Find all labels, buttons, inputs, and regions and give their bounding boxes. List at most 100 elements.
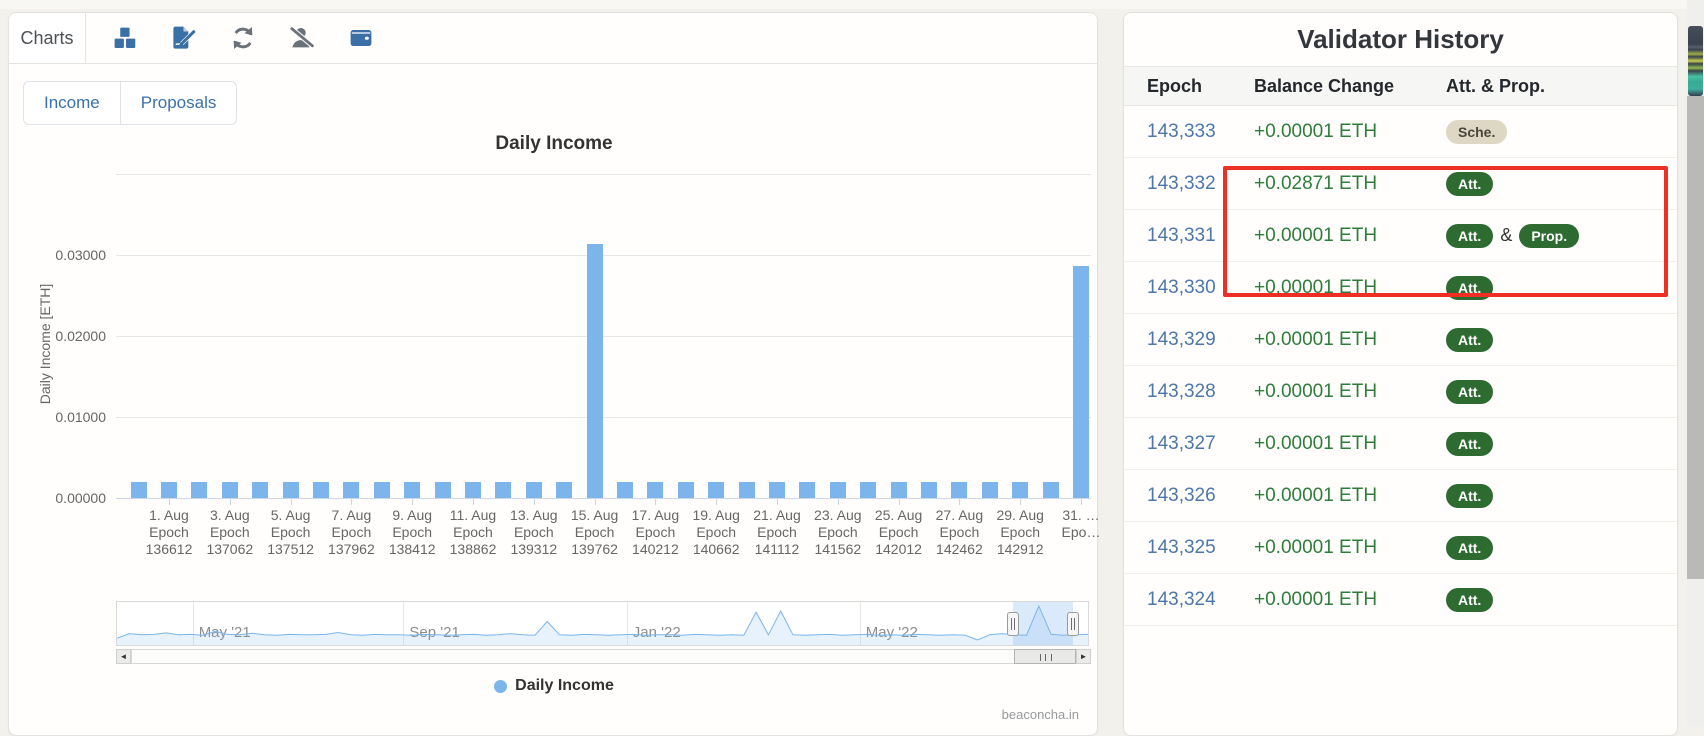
col-header-balance-change: Balance Change	[1254, 76, 1446, 97]
income-bar	[678, 482, 694, 498]
income-bar	[921, 482, 937, 498]
balance-change-value: +0.00001 ETH	[1254, 121, 1446, 143]
table-row: 143,325 +0.00001 ETHAtt.	[1124, 522, 1677, 574]
epoch-link[interactable]: 143,327	[1147, 433, 1216, 454]
gridline	[116, 255, 1091, 256]
income-bar	[495, 482, 511, 498]
y-axis-tick-label: 0.00000	[30, 490, 106, 506]
x-axis-tick	[291, 499, 292, 505]
legend-item-daily-income[interactable]: Daily Income	[9, 677, 1099, 695]
table-row: 143,328 +0.00001 ETHAtt.	[1124, 366, 1677, 418]
balance-change-value: +0.00001 ETH	[1254, 381, 1446, 403]
page-top-strip	[0, 0, 1704, 9]
x-axis-tick	[412, 499, 413, 505]
legend-label: Daily Income	[515, 677, 614, 695]
income-bar	[951, 482, 967, 498]
epoch-link[interactable]: 143,325	[1147, 537, 1216, 558]
table-row: 143,331+0.00001 ETHAtt.&Prop.	[1124, 210, 1677, 262]
income-bar	[830, 482, 846, 498]
balance-change-value: +0.00001 ETH	[1254, 329, 1446, 351]
page-scrollbar[interactable]	[1687, 0, 1704, 727]
validator-history-card: Validator History Epoch Balance Change A…	[1123, 12, 1678, 736]
scrollbar-track[interactable]	[131, 649, 1076, 664]
x-axis-tick-label: 31. …Epo…	[1043, 507, 1119, 541]
x-axis-tick	[655, 499, 656, 505]
epoch-link[interactable]: 143,329	[1147, 329, 1216, 350]
page-scrollbar-track	[1687, 96, 1704, 579]
income-bar	[799, 482, 815, 498]
x-axis-tick	[1081, 499, 1082, 505]
scrollbar-thumb[interactable]	[1014, 649, 1076, 664]
income-bar	[222, 482, 238, 498]
income-bar	[191, 482, 207, 498]
x-axis-tick	[899, 499, 900, 505]
chart-navigator[interactable]: May '21Sep '21Jan '22May '22	[116, 601, 1089, 646]
navigator-selected-range[interactable]	[1013, 602, 1073, 645]
table-row: 143,327 +0.00001 ETHAtt.	[1124, 418, 1677, 470]
gridline	[116, 174, 1091, 175]
epoch-link[interactable]: 143,328	[1147, 381, 1216, 402]
income-bar	[587, 244, 603, 498]
history-table-body: 143,333+0.00001 ETHSche.143,332+0.02871 …	[1124, 106, 1677, 626]
navigator-right-handle[interactable]	[1067, 612, 1079, 636]
y-axis-title: Daily Income [ETH]	[37, 264, 53, 424]
table-row: 143,326+0.00001 ETHAtt.	[1124, 470, 1677, 522]
epoch-link[interactable]: 143,330	[1147, 277, 1216, 298]
y-axis-tick-label: 0.02000	[30, 328, 106, 344]
x-axis-tick	[959, 499, 960, 505]
epoch-link[interactable]: 143,331	[1147, 225, 1216, 246]
status-badge: Att.	[1446, 172, 1493, 196]
balance-change-value: +0.00001 ETH	[1254, 433, 1446, 455]
x-axis-tick	[230, 499, 231, 505]
scrollbar-left-arrow-icon[interactable]: ◄	[116, 649, 131, 664]
balance-change-value: +0.02871 ETH	[1254, 173, 1446, 195]
table-row: 143,329 +0.00001 ETHAtt.	[1124, 314, 1677, 366]
status-badge: Att.	[1446, 224, 1493, 248]
page-scrollbar-thumb[interactable]	[1688, 26, 1703, 96]
epoch-link[interactable]: 143,326	[1147, 485, 1216, 506]
income-bar	[131, 482, 147, 498]
duty-badges: Att.	[1446, 328, 1677, 352]
x-axis-tick	[534, 499, 535, 505]
epoch-link[interactable]: 143,333	[1147, 121, 1216, 142]
navigator-left-handle[interactable]	[1007, 612, 1019, 636]
scrollbar-right-arrow-icon[interactable]: ►	[1076, 649, 1091, 664]
income-bar	[739, 482, 755, 498]
income-bar	[891, 482, 907, 498]
status-badge: Att.	[1446, 588, 1493, 612]
income-bar	[1012, 482, 1028, 498]
duty-badges: Att.	[1446, 536, 1677, 560]
x-axis-line	[116, 498, 1091, 499]
balance-change-value: +0.00001 ETH	[1254, 589, 1446, 611]
col-header-epoch: Epoch	[1147, 76, 1254, 97]
income-bar	[465, 482, 481, 498]
badge-joiner: &	[1500, 225, 1512, 245]
income-bar	[1073, 266, 1089, 499]
balance-change-value: +0.00001 ETH	[1254, 537, 1446, 559]
table-row: 143,333+0.00001 ETHSche.	[1124, 106, 1677, 158]
balance-change-value: +0.00001 ETH	[1254, 485, 1446, 507]
duty-badges: Att.	[1446, 172, 1677, 196]
income-bar	[982, 482, 998, 498]
status-badge: Att.	[1446, 328, 1493, 352]
table-row: 143,332 +0.02871 ETHAtt.	[1124, 158, 1677, 210]
duty-badges: Att.	[1446, 432, 1677, 456]
income-bar	[374, 482, 390, 498]
income-bar	[283, 482, 299, 498]
duty-badges: Att.	[1446, 380, 1677, 404]
balance-change-value: +0.00001 ETH	[1254, 277, 1446, 299]
income-bar	[708, 482, 724, 498]
income-bar	[617, 482, 633, 498]
x-axis-tick	[838, 499, 839, 505]
income-bar	[435, 482, 451, 498]
balance-change-value: +0.00001 ETH	[1254, 225, 1446, 247]
scrollbar-grip-icon	[1040, 654, 1052, 661]
income-chart: Daily Income Daily Income [ETH] 0.00000 0…	[9, 13, 1097, 735]
x-axis-tick	[351, 499, 352, 505]
epoch-link[interactable]: 143,332	[1147, 173, 1216, 194]
chart-scrollbar: ◄ ►	[116, 649, 1091, 664]
gridline	[116, 336, 1091, 337]
income-bar	[860, 482, 876, 498]
income-bar	[252, 482, 268, 498]
epoch-link[interactable]: 143,324	[1147, 589, 1216, 610]
